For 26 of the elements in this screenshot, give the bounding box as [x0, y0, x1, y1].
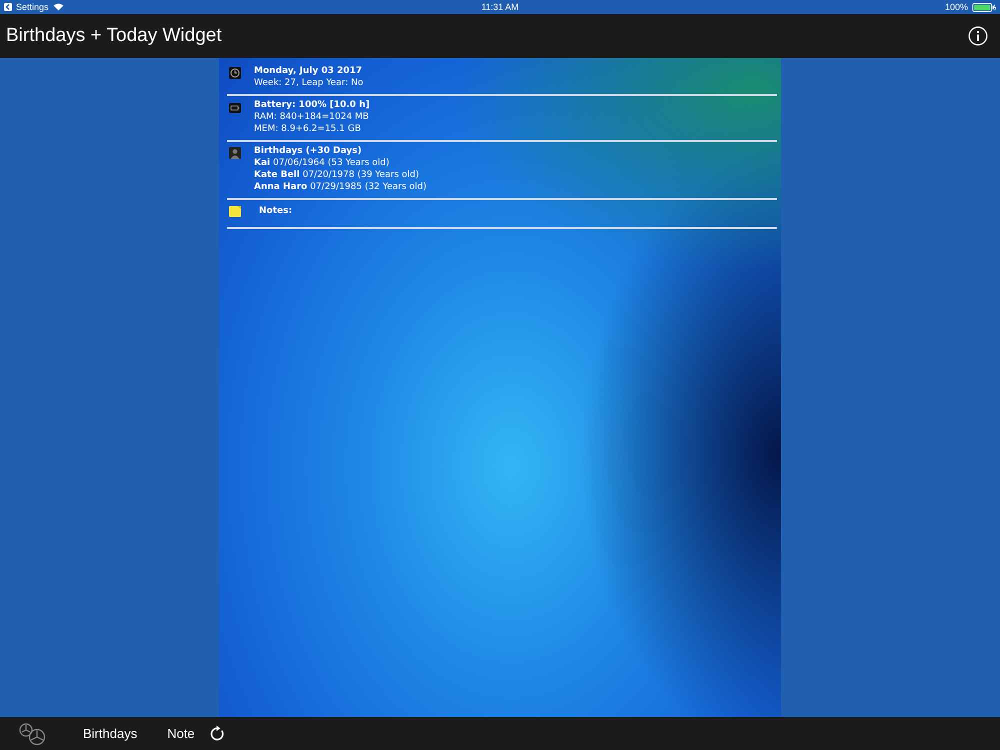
- section-title: Monday, July 03 2017: [254, 65, 364, 77]
- back-icon[interactable]: [4, 3, 12, 11]
- wifi-icon: [52, 3, 64, 11]
- section-line: Kate Bell 07/20/1978 (39 Years old): [254, 169, 420, 181]
- sticky-note-icon: [229, 206, 241, 217]
- battery-icon: [229, 103, 241, 113]
- status-time: 11:31 AM: [481, 2, 519, 12]
- tab-button[interactable]: Birthdays: [68, 726, 152, 741]
- section-line: Week: 27, Leap Year: No: [254, 77, 364, 89]
- person-icon: [229, 147, 241, 159]
- refresh-icon[interactable]: [210, 725, 225, 742]
- nav-title: Birthdays + Today Widget: [6, 25, 222, 47]
- section-line: MEM: 8.9+6.2=15.1 GB: [254, 123, 362, 135]
- section-title: Battery: 100% [10.0 h]: [254, 99, 370, 111]
- tab-button[interactable]: Note: [152, 726, 210, 741]
- clock-icon: [229, 67, 241, 79]
- section-line: RAM: 840+184=1024 MB: [254, 111, 370, 123]
- info-icon[interactable]: [968, 26, 988, 46]
- section-title: Birthdays (+30 Days): [254, 145, 363, 157]
- battery-percent: 100%: [944, 2, 968, 12]
- section-line: Anna Haro 07/29/1985 (32 Years old): [254, 181, 426, 193]
- gears-icon[interactable]: [18, 722, 48, 746]
- battery-icon: [972, 2, 996, 12]
- section-title: Notes:: [259, 205, 292, 217]
- back-label[interactable]: Settings: [16, 2, 49, 12]
- section-line: Kai 07/06/1964 (53 Years old): [254, 157, 390, 169]
